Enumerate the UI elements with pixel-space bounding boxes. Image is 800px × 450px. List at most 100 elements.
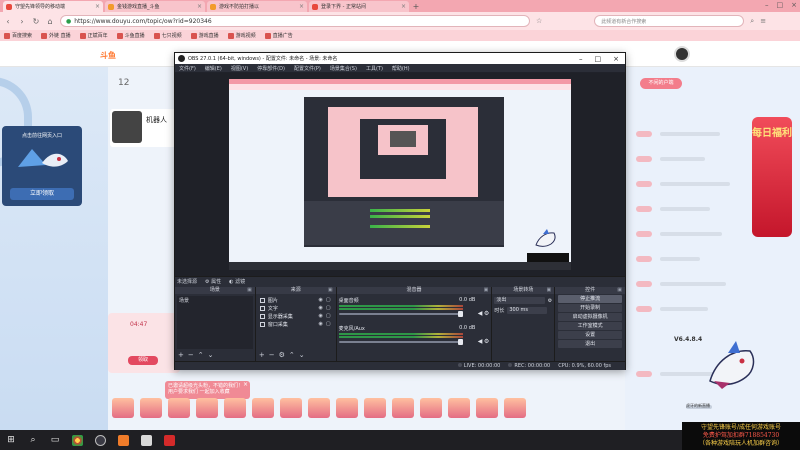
receive-button[interactable]: 领取 <box>128 356 158 365</box>
properties-button[interactable]: ⚙ 属性 <box>205 278 221 285</box>
stop-streaming-button[interactable]: 停止推流 <box>558 295 623 303</box>
gift-item[interactable] <box>476 398 498 418</box>
exit-button[interactable]: 退出 <box>558 340 623 348</box>
bookmark-item[interactable]: 七只视频 <box>153 32 182 39</box>
gift-item[interactable] <box>392 398 414 418</box>
source-item[interactable]: 文字 ◉ ▢ <box>258 304 334 312</box>
gift-item[interactable] <box>252 398 274 418</box>
home-icon[interactable]: ⌂ <box>46 17 54 26</box>
bookmark-item[interactable]: 直播广告 <box>264 32 293 39</box>
transition-select[interactable]: 淡出 <box>494 297 545 304</box>
forward-icon[interactable]: › <box>18 17 26 26</box>
gift-item[interactable] <box>280 398 302 418</box>
source-item[interactable]: 显示器采集 ◉ ▢ <box>258 312 334 320</box>
search-icon[interactable]: ⌕ <box>750 17 754 26</box>
preview-canvas[interactable] <box>229 79 571 270</box>
remove-icon[interactable]: − <box>188 351 194 360</box>
dock-float-icon[interactable]: ▣ <box>546 287 551 294</box>
volume-slider[interactable] <box>338 311 464 317</box>
avatar[interactable] <box>674 46 690 62</box>
menu-profile[interactable]: 配置文件(P) <box>294 65 321 72</box>
menu-file[interactable]: 文件(F) <box>179 65 196 72</box>
gear-icon[interactable]: ⚙ <box>484 310 489 317</box>
browser-tab-4[interactable]: 登录下界 - 正常站间 × <box>309 1 409 12</box>
new-tab-icon[interactable]: + <box>411 2 421 12</box>
download-card[interactable]: 点击前往网页入口 立即领取 <box>2 126 82 206</box>
bookmark-star-icon[interactable]: ☆ <box>536 17 542 25</box>
volume-slider-handle[interactable] <box>458 311 464 317</box>
up-icon[interactable]: ⌃ <box>289 351 295 360</box>
studio-mode-button[interactable]: 工作室模式 <box>558 322 623 330</box>
streamer-card[interactable]: 机器人 <box>110 109 180 147</box>
speaker-icon[interactable]: ◀ <box>478 310 483 317</box>
promo-button[interactable]: 不闲的户端 <box>640 78 682 89</box>
eye-icon[interactable]: ◉ <box>319 297 323 303</box>
douyu-logo[interactable]: 斗鱼 <box>100 50 116 61</box>
gear-icon[interactable]: ⚙ <box>548 298 552 304</box>
add-icon[interactable]: + <box>178 351 184 360</box>
task-view-icon[interactable]: ▭ <box>50 435 60 445</box>
minimize-icon[interactable]: – <box>579 55 583 63</box>
menu-view[interactable]: 视图(V) <box>231 65 248 72</box>
obs-app-icon[interactable] <box>95 434 106 446</box>
volume-slider[interactable] <box>338 339 464 345</box>
url-input[interactable]: ● https://www.douyu.com/topic/ow?rid=920… <box>60 15 530 27</box>
close-icon[interactable]: × <box>243 382 248 388</box>
gift-item[interactable] <box>448 398 470 418</box>
gift-item[interactable] <box>140 398 162 418</box>
back-icon[interactable]: ‹ <box>4 17 12 26</box>
dock-float-icon[interactable]: ▣ <box>617 287 622 294</box>
dock-float-icon[interactable]: ▣ <box>484 287 489 294</box>
red-app-icon[interactable] <box>164 434 175 446</box>
gift-item[interactable] <box>504 398 526 418</box>
gift-item[interactable] <box>364 398 386 418</box>
menu-edit[interactable]: 编辑(E) <box>205 65 222 72</box>
douyu-app-icon[interactable] <box>118 434 129 446</box>
search-icon[interactable]: ⌕ <box>28 435 38 445</box>
add-icon[interactable]: + <box>259 351 265 360</box>
volume-slider-handle[interactable] <box>458 339 464 345</box>
bookmark-item[interactable]: 正斌百年 <box>79 32 108 39</box>
gift-item[interactable] <box>196 398 218 418</box>
lock-icon[interactable]: ▢ <box>326 321 331 327</box>
lock-icon[interactable]: ▢ <box>326 297 331 303</box>
browser-tab-1[interactable]: 守望先锋领导的移动端 × <box>3 1 103 12</box>
dock-float-icon[interactable]: ▣ <box>247 287 252 294</box>
bookmark-item[interactable]: 游戏直播 <box>190 32 219 39</box>
bookmark-item[interactable]: 斗鱼直播 <box>116 32 145 39</box>
browser-tab-3[interactable]: 游戏不防拍打播以 × <box>207 1 307 12</box>
gear-icon[interactable]: ⚙ <box>484 338 489 345</box>
gift-item[interactable] <box>112 398 134 418</box>
source-item[interactable]: 窗口采集 ◉ ▢ <box>258 320 334 328</box>
close-window-icon[interactable]: × <box>613 55 619 63</box>
search-input[interactable]: 此频道有新合作搜索 <box>594 15 745 27</box>
lock-icon[interactable]: ▢ <box>326 313 331 319</box>
menu-scene-collection[interactable]: 场景集合(S) <box>330 65 357 72</box>
close-window-icon[interactable]: × <box>791 1 797 9</box>
menu-icon[interactable]: ≡ <box>760 17 766 25</box>
remove-icon[interactable]: − <box>269 351 275 360</box>
up-icon[interactable]: ⌃ <box>198 351 204 360</box>
virtual-camera-button[interactable]: 启动虚拟摄像机 <box>558 313 623 321</box>
gift-item[interactable] <box>224 398 246 418</box>
settings-button[interactable]: 设置 <box>558 331 623 339</box>
claim-button[interactable]: 立即领取 <box>10 188 74 200</box>
maximize-icon[interactable]: □ <box>777 1 784 9</box>
minimize-icon[interactable]: – <box>765 1 769 9</box>
close-icon[interactable]: × <box>299 3 304 10</box>
eye-icon[interactable]: ◉ <box>319 305 323 311</box>
gift-item[interactable] <box>420 398 442 418</box>
start-recording-button[interactable]: 开始录制 <box>558 304 623 312</box>
lock-icon[interactable]: ▢ <box>326 305 331 311</box>
down-icon[interactable]: ⌄ <box>208 351 214 360</box>
duration-input[interactable]: 300 ms <box>507 307 548 314</box>
bookmark-item[interactable]: 外链 直播 <box>41 32 71 39</box>
gift-item[interactable] <box>168 398 190 418</box>
bookmark-item[interactable]: 游戏视频 <box>227 32 256 39</box>
file-explorer-icon[interactable] <box>141 434 152 446</box>
chrome-app-icon[interactable] <box>72 434 83 446</box>
browser-tab-2[interactable]: 金钱游戏直播_斗鱼 × <box>105 1 205 12</box>
close-icon[interactable]: × <box>401 3 406 10</box>
menu-help[interactable]: 帮助(H) <box>392 65 410 72</box>
gift-item[interactable] <box>308 398 330 418</box>
